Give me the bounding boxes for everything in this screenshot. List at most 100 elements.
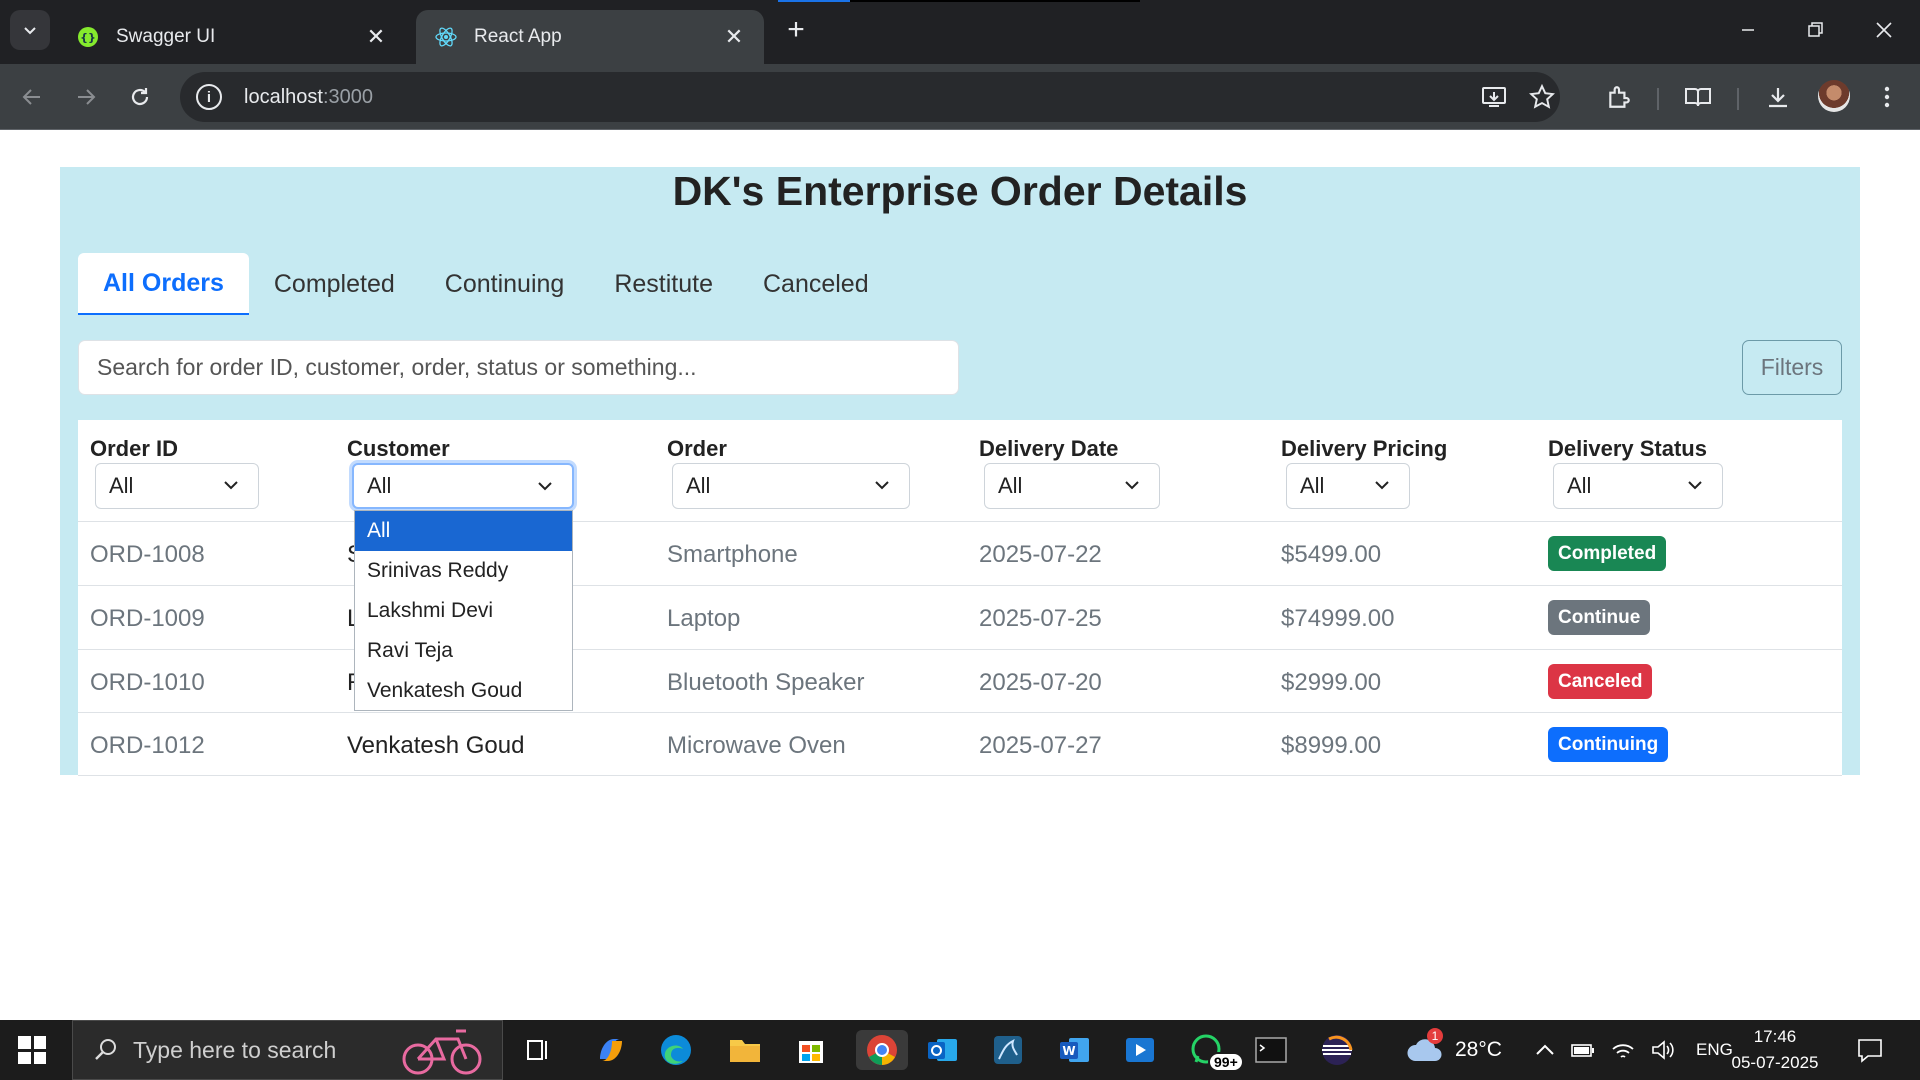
back-button[interactable] xyxy=(12,77,52,117)
filters-button[interactable]: Filters xyxy=(1742,340,1842,395)
table-row: ORD-1012 Venkatesh Goud Microwave Oven 2… xyxy=(78,712,1842,776)
customer-cell: Venkatesh Goud xyxy=(347,732,525,759)
weather-widget[interactable]: 1 28°C xyxy=(1405,1020,1502,1080)
tab-continuing[interactable]: Continuing xyxy=(420,253,590,315)
windows-start-icon[interactable] xyxy=(18,1036,46,1064)
edge-browser-icon[interactable] xyxy=(656,1030,696,1070)
order-id-filter-select[interactable]: All xyxy=(95,463,259,509)
weather-temperature: 28°C xyxy=(1455,1038,1502,1061)
dropdown-option-lakshmi-devi[interactable]: Lakshmi Devi xyxy=(355,591,572,631)
reading-list-icon[interactable] xyxy=(1681,80,1715,114)
browser-toolbar: i localhost:3000 xyxy=(0,64,1920,130)
customer-filter-select[interactable]: All xyxy=(352,463,574,509)
page-title: DK's Enterprise Order Details xyxy=(672,168,1248,214)
dropdown-option-ravi-teja[interactable]: Ravi Teja xyxy=(355,631,572,671)
order-tabs: All Orders Completed Continuing Restitut… xyxy=(78,253,894,315)
notifications-icon[interactable] xyxy=(1850,1030,1890,1070)
terminal-icon[interactable] xyxy=(1251,1030,1291,1070)
chevron-up-icon[interactable] xyxy=(1534,1040,1556,1060)
tab-search-button[interactable] xyxy=(10,10,50,50)
browser-tab-react[interactable]: React App ✕ xyxy=(416,10,764,64)
browser-tab-swagger[interactable]: {} Swagger UI ✕ xyxy=(58,10,406,64)
more-menu-icon[interactable] xyxy=(1870,80,1904,114)
outlook-icon[interactable] xyxy=(922,1030,962,1070)
tab-restitute[interactable]: Restitute xyxy=(589,253,738,315)
bicycle-icon xyxy=(402,1029,482,1075)
order-cell: Smartphone xyxy=(667,541,798,568)
svg-text:W: W xyxy=(1062,1044,1075,1058)
reload-icon xyxy=(131,88,149,106)
battery-icon[interactable] xyxy=(1570,1040,1596,1060)
order-id-cell: ORD-1010 xyxy=(90,669,205,696)
chevron-down-icon xyxy=(224,481,238,490)
toolbar-separator xyxy=(1737,88,1739,110)
reload-button[interactable] xyxy=(120,77,160,117)
search-input[interactable]: Search for order ID, customer, order, st… xyxy=(78,340,959,395)
tab-completed[interactable]: Completed xyxy=(249,253,420,315)
chevron-down-icon xyxy=(1688,481,1702,490)
eclipse-icon[interactable] xyxy=(1317,1030,1357,1070)
column-header-order: Order xyxy=(667,436,727,461)
copilot-icon[interactable] xyxy=(591,1030,631,1070)
clock-time: 17:46 xyxy=(1753,1027,1797,1046)
taskbar-search-box[interactable]: Type here to search xyxy=(72,1020,503,1080)
order-id-cell: ORD-1012 xyxy=(90,732,205,759)
close-tab-icon[interactable]: ✕ xyxy=(364,24,388,50)
downloads-icon[interactable] xyxy=(1761,80,1795,114)
volume-icon[interactable] xyxy=(1650,1039,1676,1061)
delivery-status-filter-select[interactable]: All xyxy=(1553,463,1723,509)
tab-canceled[interactable]: Canceled xyxy=(738,253,894,315)
address-bar[interactable]: i localhost:3000 xyxy=(180,72,1560,122)
media-player-icon[interactable] xyxy=(1120,1030,1160,1070)
extensions-icon[interactable] xyxy=(1602,80,1636,114)
mysql-workbench-icon[interactable] xyxy=(988,1030,1028,1070)
new-tab-button[interactable]: + xyxy=(780,14,812,46)
chrome-icon[interactable] xyxy=(856,1030,908,1070)
order-filter-select[interactable]: All xyxy=(672,463,910,509)
chevron-down-icon xyxy=(538,482,552,491)
taskbar-search-placeholder: Type here to search xyxy=(133,1036,337,1063)
clock-date: 05-07-2025 xyxy=(1731,1053,1819,1072)
dropdown-option-venkatesh-goud[interactable]: Venkatesh Goud xyxy=(355,671,572,710)
select-value: All xyxy=(686,473,711,498)
select-value: All xyxy=(109,473,134,498)
install-app-icon[interactable] xyxy=(1477,80,1511,114)
delivery-date-filter-select[interactable]: All xyxy=(984,463,1160,509)
weather-alert-badge: 1 xyxy=(1427,1028,1443,1044)
chevron-down-icon xyxy=(1125,481,1139,490)
microsoft-store-icon[interactable] xyxy=(791,1030,831,1070)
word-icon[interactable]: W xyxy=(1054,1030,1094,1070)
tab-all-orders[interactable]: All Orders xyxy=(78,253,249,315)
taskbar-clock[interactable]: 17:46 05-07-2025 xyxy=(1720,1024,1830,1076)
whatsapp-badge: 99+ xyxy=(1208,1052,1244,1072)
file-explorer-icon[interactable] xyxy=(725,1030,765,1070)
tab-title: Swagger UI xyxy=(116,26,216,47)
chevron-down-icon xyxy=(875,481,889,490)
close-tab-icon[interactable]: ✕ xyxy=(722,24,746,50)
minimize-button[interactable] xyxy=(1720,10,1776,50)
site-info-icon[interactable]: i xyxy=(196,84,222,110)
table-row: ORD-1010 R Bluetooth Speaker 2025-07-20 … xyxy=(78,649,1842,713)
column-header-delivery-status: Delivery Status xyxy=(1548,436,1707,461)
dropdown-option-all[interactable]: All xyxy=(355,511,572,551)
wifi-icon[interactable] xyxy=(1610,1039,1636,1061)
table-row: ORD-1008 S Smartphone 2025-07-22 $5499.0… xyxy=(78,521,1842,585)
customer-dropdown-list: All Srinivas Reddy Lakshmi Devi Ravi Tej… xyxy=(354,510,573,711)
delivery-date-cell: 2025-07-22 xyxy=(979,541,1102,568)
forward-button[interactable] xyxy=(66,77,106,117)
column-header-delivery-date: Delivery Date xyxy=(979,436,1119,461)
bookmark-star-icon[interactable] xyxy=(1525,80,1559,114)
close-window-button[interactable] xyxy=(1856,10,1912,50)
windows-taskbar: Type here to search W 99+ 1 28°C ENG 17:… xyxy=(0,1020,1920,1080)
delivery-pricing-filter-select[interactable]: All xyxy=(1286,463,1410,509)
arrow-left-icon xyxy=(22,89,40,105)
profile-avatar[interactable] xyxy=(1818,80,1850,112)
order-cell: Bluetooth Speaker xyxy=(667,669,865,696)
order-id-cell: ORD-1009 xyxy=(90,605,205,632)
task-view-icon[interactable] xyxy=(518,1030,558,1070)
toolbar-separator xyxy=(1657,88,1659,110)
dropdown-option-srinivas-reddy[interactable]: Srinivas Reddy xyxy=(355,551,572,591)
restore-button[interactable] xyxy=(1788,10,1844,50)
delivery-pricing-cell: $2999.00 xyxy=(1281,669,1382,696)
whatsapp-icon[interactable]: 99+ xyxy=(1186,1030,1244,1072)
